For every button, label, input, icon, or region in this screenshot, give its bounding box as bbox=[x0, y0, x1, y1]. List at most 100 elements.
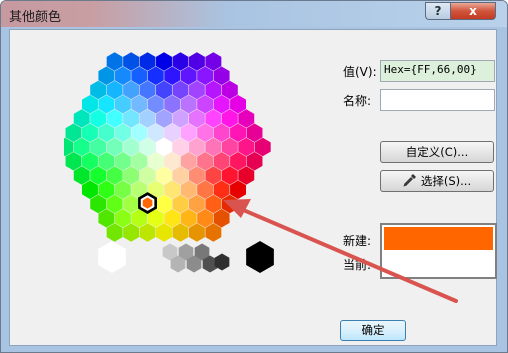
color-cell[interactable] bbox=[139, 166, 156, 185]
color-cell[interactable] bbox=[164, 95, 181, 114]
color-cell[interactable] bbox=[98, 152, 115, 171]
color-cell[interactable] bbox=[98, 123, 115, 142]
color-cell[interactable] bbox=[156, 223, 172, 242]
color-cell[interactable] bbox=[147, 95, 164, 114]
color-cell[interactable] bbox=[197, 66, 214, 85]
color-cell[interactable] bbox=[90, 194, 107, 214]
color-cell[interactable] bbox=[106, 80, 123, 100]
color-cell[interactable] bbox=[238, 166, 255, 185]
color-cell[interactable] bbox=[221, 137, 238, 157]
color-cell[interactable] bbox=[221, 166, 238, 185]
color-cell[interactable] bbox=[221, 109, 238, 128]
color-cell[interactable] bbox=[188, 52, 205, 71]
color-cell[interactable] bbox=[123, 137, 140, 157]
color-cell[interactable] bbox=[180, 209, 197, 228]
color-cell[interactable] bbox=[73, 109, 90, 128]
color-cell[interactable] bbox=[213, 66, 230, 85]
color-cell[interactable] bbox=[205, 223, 222, 242]
color-cell[interactable] bbox=[213, 123, 230, 142]
color-cell[interactable] bbox=[213, 152, 230, 171]
color-cell[interactable] bbox=[156, 194, 172, 214]
color-cell[interactable] bbox=[156, 52, 172, 71]
color-cell[interactable] bbox=[123, 109, 140, 128]
color-cell[interactable] bbox=[172, 194, 189, 214]
color-cell[interactable] bbox=[114, 66, 131, 85]
color-cell[interactable] bbox=[106, 109, 123, 128]
color-cell[interactable] bbox=[172, 80, 189, 100]
color-cell[interactable] bbox=[221, 194, 238, 214]
color-cell[interactable] bbox=[180, 152, 197, 171]
help-button[interactable]: ? bbox=[425, 2, 451, 20]
gray-color-cell[interactable] bbox=[98, 241, 126, 273]
color-cell[interactable] bbox=[197, 180, 214, 199]
color-cell[interactable] bbox=[188, 194, 205, 214]
color-cell[interactable] bbox=[213, 180, 230, 199]
color-cell[interactable] bbox=[197, 152, 214, 171]
color-cell[interactable] bbox=[90, 166, 107, 185]
color-cell[interactable] bbox=[172, 166, 189, 185]
color-cell[interactable] bbox=[230, 123, 247, 142]
color-cell[interactable] bbox=[205, 166, 222, 185]
color-cell[interactable] bbox=[156, 80, 172, 100]
color-cell[interactable] bbox=[164, 209, 181, 228]
color-cell[interactable] bbox=[230, 180, 247, 199]
color-cell[interactable] bbox=[147, 123, 164, 142]
color-cell[interactable] bbox=[114, 209, 131, 228]
color-cell[interactable] bbox=[98, 209, 115, 228]
color-cell[interactable] bbox=[139, 52, 156, 71]
color-cell[interactable] bbox=[98, 66, 115, 85]
color-cell[interactable] bbox=[73, 137, 90, 157]
color-cell[interactable] bbox=[205, 137, 222, 157]
color-cell[interactable] bbox=[90, 80, 107, 100]
color-cell[interactable] bbox=[98, 180, 115, 199]
color-cell[interactable] bbox=[81, 180, 98, 199]
color-cell[interactable] bbox=[180, 95, 197, 114]
color-cell[interactable] bbox=[180, 123, 197, 142]
color-cell[interactable] bbox=[81, 152, 98, 171]
color-cell[interactable] bbox=[221, 80, 238, 100]
color-cell[interactable] bbox=[114, 95, 131, 114]
color-cell[interactable] bbox=[81, 95, 98, 114]
color-cell[interactable] bbox=[123, 194, 140, 214]
color-cell[interactable] bbox=[139, 80, 156, 100]
color-cell[interactable] bbox=[106, 52, 123, 71]
color-cell[interactable] bbox=[131, 66, 148, 85]
ok-button[interactable]: 确定 bbox=[340, 320, 406, 341]
color-cell[interactable] bbox=[197, 209, 214, 228]
color-cell[interactable] bbox=[172, 52, 189, 71]
color-cell[interactable] bbox=[114, 123, 131, 142]
color-cell[interactable] bbox=[106, 166, 123, 185]
color-cell[interactable] bbox=[246, 123, 263, 142]
color-cell[interactable] bbox=[123, 80, 140, 100]
color-cell[interactable] bbox=[213, 209, 230, 228]
color-cell[interactable] bbox=[106, 137, 123, 157]
color-cell[interactable] bbox=[164, 180, 181, 199]
color-cell[interactable] bbox=[197, 95, 214, 114]
hex-value-field[interactable]: Hex={FF,66,00} bbox=[380, 60, 495, 82]
color-cell[interactable] bbox=[131, 123, 148, 142]
color-name-field[interactable] bbox=[380, 89, 495, 111]
hex-color-palette[interactable] bbox=[64, 52, 304, 292]
color-cell[interactable] bbox=[172, 109, 189, 128]
color-cell[interactable] bbox=[114, 152, 131, 171]
pick-button[interactable]: 选择(S)... bbox=[380, 170, 494, 192]
color-cell[interactable] bbox=[156, 109, 172, 128]
color-cell[interactable] bbox=[172, 137, 189, 157]
color-cell[interactable] bbox=[114, 180, 131, 199]
color-cell[interactable] bbox=[139, 137, 156, 157]
color-cell[interactable] bbox=[123, 166, 140, 185]
color-cell[interactable] bbox=[188, 223, 205, 242]
close-button[interactable]: x bbox=[450, 2, 496, 20]
color-cell[interactable] bbox=[238, 137, 255, 157]
color-cell[interactable] bbox=[205, 109, 222, 128]
color-cell[interactable] bbox=[188, 137, 205, 157]
color-cell[interactable] bbox=[180, 180, 197, 199]
color-cell[interactable] bbox=[98, 95, 115, 114]
color-cell[interactable] bbox=[156, 137, 172, 157]
color-cell[interactable] bbox=[205, 194, 222, 214]
color-cell[interactable] bbox=[172, 223, 189, 242]
color-cell[interactable] bbox=[254, 137, 271, 157]
color-cell[interactable] bbox=[131, 95, 148, 114]
color-cell[interactable] bbox=[188, 166, 205, 185]
color-cell[interactable] bbox=[106, 223, 123, 242]
